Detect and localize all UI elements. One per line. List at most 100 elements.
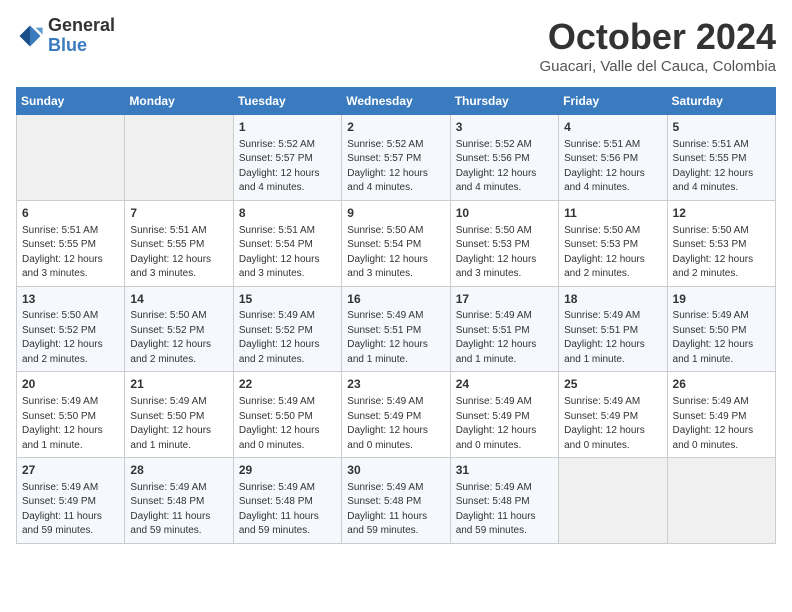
day-info: Sunrise: 5:49 AMSunset: 5:51 PMDaylight:…	[564, 309, 661, 367]
calendar-day: 9 Sunrise: 5:50 AMSunset: 5:54 PMDaylight…	[342, 200, 450, 286]
logo-text: General Blue	[48, 16, 115, 56]
day-number: 20	[22, 376, 119, 393]
calendar-day: 21Sunrise: 5:49 AMSunset: 5:50 PMDayligh…	[125, 372, 233, 458]
day-info: Sunrise: 5:49 AMSunset: 5:48 PMDaylight:…	[456, 481, 553, 539]
calendar-week-4: 20 Sunrise: 5:49 AMSunset: 5:50 PMDayligh…	[17, 372, 776, 458]
calendar-day	[125, 115, 233, 201]
calendar-day: 31 Sunrise: 5:49 AMSunset: 5:48 PMDayligh…	[450, 458, 558, 544]
calendar-day: 27Sunrise: 5:49 AMSunset: 5:49 PMDayligh…	[17, 458, 125, 544]
weekday-header-friday: Friday	[559, 88, 667, 115]
month-title: October 2024	[539, 16, 776, 58]
calendar-body: 1Sunrise: 5:52 AMSunset: 5:57 PMDaylight…	[17, 115, 776, 544]
calendar-day: 29 Sunrise: 5:49 AMSunset: 5:48 PMDayligh…	[233, 458, 341, 544]
calendar-week-2: 6 Sunrise: 5:51 AMSunset: 5:55 PMDaylight…	[17, 200, 776, 286]
day-info: Sunrise: 5:49 AMSunset: 5:49 PMDaylight:…	[456, 395, 553, 453]
day-number: 14	[130, 291, 227, 308]
day-number: 29	[239, 462, 336, 479]
weekday-header-thursday: Thursday	[450, 88, 558, 115]
calendar-day: 10Sunrise: 5:50 AMSunset: 5:53 PMDayligh…	[450, 200, 558, 286]
day-number: 26	[673, 376, 770, 393]
day-info: Sunrise: 5:52 AMSunset: 5:56 PMDaylight:…	[456, 138, 553, 196]
day-number: 16	[347, 291, 444, 308]
day-number: 11	[564, 205, 661, 222]
calendar-day: 23Sunrise: 5:49 AMSunset: 5:49 PMDayligh…	[342, 372, 450, 458]
day-number: 22	[239, 376, 336, 393]
calendar-day: 26Sunrise: 5:49 AMSunset: 5:49 PMDayligh…	[667, 372, 775, 458]
calendar-table: SundayMondayTuesdayWednesdayThursdayFrid…	[16, 87, 776, 544]
calendar-day: 1Sunrise: 5:52 AMSunset: 5:57 PMDaylight…	[233, 115, 341, 201]
calendar-day: 24 Sunrise: 5:49 AMSunset: 5:49 PMDayligh…	[450, 372, 558, 458]
calendar-day: 12 Sunrise: 5:50 AMSunset: 5:53 PMDayligh…	[667, 200, 775, 286]
calendar-day: 16Sunrise: 5:49 AMSunset: 5:51 PMDayligh…	[342, 286, 450, 372]
day-info: Sunrise: 5:50 AMSunset: 5:53 PMDaylight:…	[564, 224, 661, 282]
calendar-day: 11 Sunrise: 5:50 AMSunset: 5:53 PMDayligh…	[559, 200, 667, 286]
day-info: Sunrise: 5:49 AMSunset: 5:50 PMDaylight:…	[239, 395, 336, 453]
weekday-header-monday: Monday	[125, 88, 233, 115]
day-info: Sunrise: 5:49 AMSunset: 5:49 PMDaylight:…	[347, 395, 444, 453]
calendar-day: 6 Sunrise: 5:51 AMSunset: 5:55 PMDaylight…	[17, 200, 125, 286]
day-info: Sunrise: 5:52 AMSunset: 5:57 PMDaylight:…	[347, 138, 444, 196]
calendar-day: 5 Sunrise: 5:51 AMSunset: 5:55 PMDaylight…	[667, 115, 775, 201]
calendar-day: 28Sunrise: 5:49 AMSunset: 5:48 PMDayligh…	[125, 458, 233, 544]
calendar-day: 19Sunrise: 5:49 AMSunset: 5:50 PMDayligh…	[667, 286, 775, 372]
calendar-header: SundayMondayTuesdayWednesdayThursdayFrid…	[17, 88, 776, 115]
day-number: 7	[130, 205, 227, 222]
day-info: Sunrise: 5:51 AMSunset: 5:54 PMDaylight:…	[239, 224, 336, 282]
page-header: General Blue October 2024 Guacari, Valle…	[16, 16, 776, 75]
day-number: 24	[456, 376, 553, 393]
day-number: 12	[673, 205, 770, 222]
weekday-header-wednesday: Wednesday	[342, 88, 450, 115]
calendar-day	[559, 458, 667, 544]
day-number: 10	[456, 205, 553, 222]
day-info: Sunrise: 5:52 AMSunset: 5:57 PMDaylight:…	[239, 138, 336, 196]
day-info: Sunrise: 5:50 AMSunset: 5:54 PMDaylight:…	[347, 224, 444, 282]
day-info: Sunrise: 5:49 AMSunset: 5:52 PMDaylight:…	[239, 309, 336, 367]
day-info: Sunrise: 5:51 AMSunset: 5:55 PMDaylight:…	[130, 224, 227, 282]
calendar-day: 3 Sunrise: 5:52 AMSunset: 5:56 PMDaylight…	[450, 115, 558, 201]
calendar-day: 25 Sunrise: 5:49 AMSunset: 5:49 PMDayligh…	[559, 372, 667, 458]
day-info: Sunrise: 5:50 AMSunset: 5:52 PMDaylight:…	[130, 309, 227, 367]
calendar-day: 20Sunrise: 5:49 AMSunset: 5:50 PMDayligh…	[17, 372, 125, 458]
day-number: 31	[456, 462, 553, 479]
day-number: 21	[130, 376, 227, 393]
calendar-day	[17, 115, 125, 201]
day-info: Sunrise: 5:51 AMSunset: 5:55 PMDaylight:…	[22, 224, 119, 282]
day-number: 3	[456, 119, 553, 136]
day-number: 8	[239, 205, 336, 222]
calendar-day: 2 Sunrise: 5:52 AMSunset: 5:57 PMDaylight…	[342, 115, 450, 201]
day-number: 9	[347, 205, 444, 222]
calendar-day: 13Sunrise: 5:50 AMSunset: 5:52 PMDayligh…	[17, 286, 125, 372]
day-number: 17	[456, 291, 553, 308]
day-number: 5	[673, 119, 770, 136]
day-number: 6	[22, 205, 119, 222]
calendar-day: 14Sunrise: 5:50 AMSunset: 5:52 PMDayligh…	[125, 286, 233, 372]
logo: General Blue	[16, 16, 115, 56]
logo-general-text: General	[48, 16, 115, 36]
calendar-day: 4 Sunrise: 5:51 AMSunset: 5:56 PMDaylight…	[559, 115, 667, 201]
day-number: 13	[22, 291, 119, 308]
day-info: Sunrise: 5:51 AMSunset: 5:56 PMDaylight:…	[564, 138, 661, 196]
calendar-day: 8 Sunrise: 5:51 AMSunset: 5:54 PMDaylight…	[233, 200, 341, 286]
title-block: October 2024 Guacari, Valle del Cauca, C…	[539, 16, 776, 75]
day-number: 25	[564, 376, 661, 393]
location: Guacari, Valle del Cauca, Colombia	[539, 58, 776, 75]
weekday-header-sunday: Sunday	[17, 88, 125, 115]
day-number: 2	[347, 119, 444, 136]
day-info: Sunrise: 5:49 AMSunset: 5:49 PMDaylight:…	[564, 395, 661, 453]
day-info: Sunrise: 5:49 AMSunset: 5:51 PMDaylight:…	[347, 309, 444, 367]
day-info: Sunrise: 5:49 AMSunset: 5:50 PMDaylight:…	[673, 309, 770, 367]
day-number: 30	[347, 462, 444, 479]
day-number: 18	[564, 291, 661, 308]
day-info: Sunrise: 5:50 AMSunset: 5:53 PMDaylight:…	[673, 224, 770, 282]
calendar-day	[667, 458, 775, 544]
day-number: 4	[564, 119, 661, 136]
day-number: 15	[239, 291, 336, 308]
calendar-day: 7 Sunrise: 5:51 AMSunset: 5:55 PMDaylight…	[125, 200, 233, 286]
calendar-week-5: 27Sunrise: 5:49 AMSunset: 5:49 PMDayligh…	[17, 458, 776, 544]
day-number: 19	[673, 291, 770, 308]
day-info: Sunrise: 5:51 AMSunset: 5:55 PMDaylight:…	[673, 138, 770, 196]
day-info: Sunrise: 5:49 AMSunset: 5:48 PMDaylight:…	[239, 481, 336, 539]
weekday-header-tuesday: Tuesday	[233, 88, 341, 115]
calendar-day: 22 Sunrise: 5:49 AMSunset: 5:50 PMDayligh…	[233, 372, 341, 458]
day-info: Sunrise: 5:49 AMSunset: 5:48 PMDaylight:…	[130, 481, 227, 539]
